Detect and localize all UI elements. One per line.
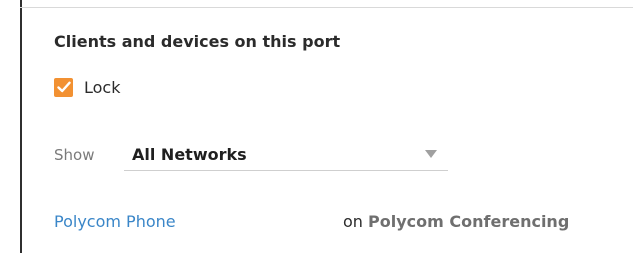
lock-checkbox-row[interactable]: Lock xyxy=(54,76,120,98)
network-filter-select[interactable]: All Networks xyxy=(124,140,448,171)
show-label: Show xyxy=(54,146,95,164)
top-divider xyxy=(20,7,633,8)
network-reference: on Polycom Conferencing xyxy=(343,212,569,231)
device-link-polycom-phone[interactable]: Polycom Phone xyxy=(54,212,176,231)
lock-label: Lock xyxy=(84,77,121,97)
on-word: on xyxy=(343,212,363,231)
lock-checkbox[interactable] xyxy=(54,77,73,97)
network-name: Polycom Conferencing xyxy=(368,212,570,231)
checkmark-icon xyxy=(56,81,71,93)
section-title: Clients and devices on this port xyxy=(54,32,341,51)
clients-panel: Clients and devices on this port Lock Sh… xyxy=(0,0,633,253)
left-divider xyxy=(20,0,22,253)
network-filter-value: All Networks xyxy=(132,145,247,164)
chevron-down-icon xyxy=(425,150,437,158)
